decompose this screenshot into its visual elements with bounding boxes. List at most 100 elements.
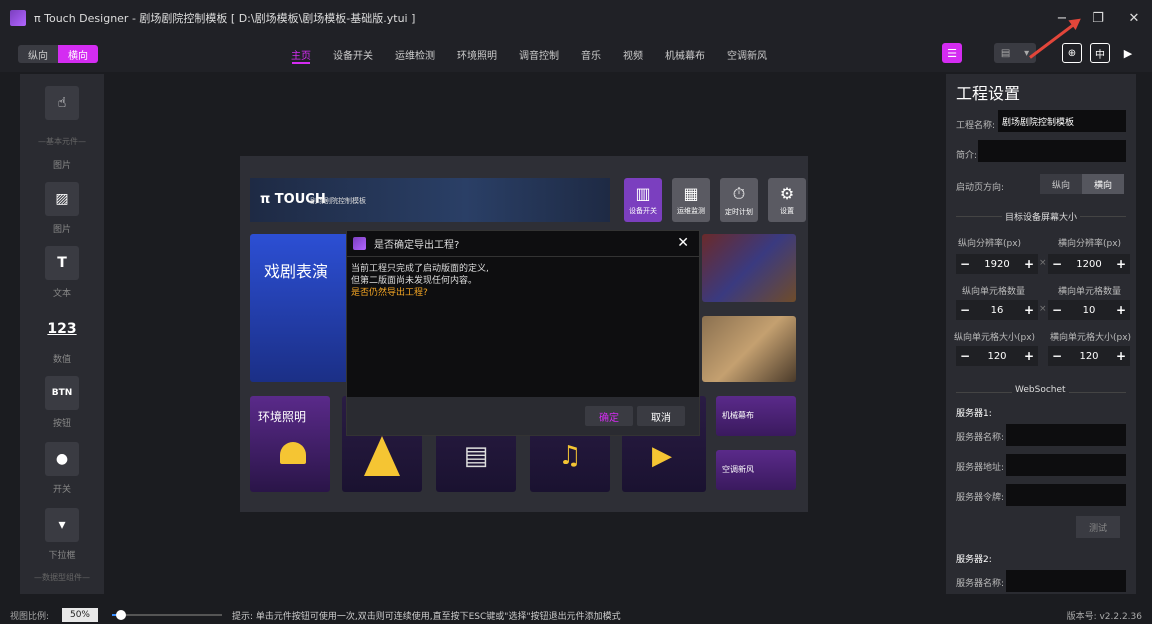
device-switch-tile[interactable]: ▥ 设备开关 bbox=[624, 178, 662, 222]
server-address-input[interactable] bbox=[1006, 454, 1126, 476]
intro-input[interactable] bbox=[978, 140, 1126, 162]
component-palette: ☝ —基本元件— 图片 ▨ 图片 T 文本 123 数值 BTN 按钮 ● 开关… bbox=[20, 74, 104, 594]
tab-home[interactable]: 主页 bbox=[280, 36, 322, 72]
music-icon: ♫ bbox=[558, 441, 582, 471]
orientation-portrait-button[interactable]: 纵向 bbox=[18, 45, 58, 63]
intro-label: 简介: bbox=[956, 151, 978, 161]
increment-button[interactable]: + bbox=[1112, 254, 1130, 274]
tab-lighting[interactable]: 环境照明 bbox=[446, 36, 508, 72]
decrement-button[interactable]: − bbox=[956, 346, 974, 366]
tile-label: 运维监测 bbox=[677, 207, 705, 215]
brand-subtitle: 剧场剧院控制模板 bbox=[310, 197, 366, 205]
start-landscape-option[interactable]: 横向 bbox=[1082, 174, 1124, 194]
palette-item-label: 开关 bbox=[52, 485, 71, 495]
dialog-warning: 是否仍然导出工程? bbox=[351, 288, 428, 298]
close-icon[interactable]: ✕ bbox=[677, 235, 689, 251]
tab-music[interactable]: 音乐 bbox=[570, 36, 612, 72]
increment-button[interactable]: + bbox=[1020, 300, 1038, 320]
h-cells-label: 横向单元格数量 bbox=[1058, 287, 1122, 297]
grid-icon: ▥ bbox=[635, 184, 651, 203]
decrement-button[interactable]: − bbox=[956, 254, 974, 274]
project-name-input[interactable]: 剧场剧院控制模板 bbox=[998, 110, 1126, 132]
server2-name-input[interactable] bbox=[1006, 570, 1126, 592]
tile-label: 设置 bbox=[780, 207, 794, 215]
h-cell-size-label: 横向单元格大小(px) bbox=[1050, 333, 1132, 343]
h-cell-size-value[interactable]: 120 bbox=[1066, 346, 1112, 366]
zoom-slider[interactable] bbox=[112, 610, 222, 620]
increment-button[interactable]: + bbox=[1112, 300, 1130, 320]
decrement-button[interactable]: − bbox=[1048, 300, 1066, 320]
hand-pointer-icon[interactable]: ☝ bbox=[45, 86, 79, 120]
text-icon[interactable]: T bbox=[45, 246, 79, 280]
number-icon[interactable]: 123 bbox=[45, 312, 79, 346]
server-token-input[interactable] bbox=[1006, 484, 1126, 506]
server2-heading: 服务器2: bbox=[956, 555, 992, 565]
zoom-value[interactable]: 50% bbox=[62, 608, 98, 622]
language-icon[interactable]: 中 bbox=[1090, 43, 1110, 63]
lamp-icon bbox=[280, 442, 306, 464]
v-cell-size-value[interactable]: 120 bbox=[974, 346, 1020, 366]
orientation-landscape-button[interactable]: 横向 bbox=[58, 45, 98, 63]
test-button[interactable]: 测试 bbox=[1076, 516, 1120, 538]
tab-curtain[interactable]: 机械幕布 bbox=[654, 36, 716, 72]
dialog-title: 是否确定导出工程? bbox=[374, 240, 460, 251]
start-portrait-option[interactable]: 纵向 bbox=[1040, 174, 1082, 194]
mixer-icon: ▤ bbox=[463, 441, 489, 471]
play-icon[interactable]: ▶ bbox=[1118, 43, 1138, 63]
schedule-tile[interactable]: ⏱ 定时计划 bbox=[720, 178, 758, 222]
monitor-tile[interactable]: ▦ 运维监测 bbox=[672, 178, 710, 222]
button-icon[interactable]: BTN bbox=[45, 376, 79, 410]
lighting-title: 环境照明 bbox=[258, 410, 307, 424]
increment-button[interactable]: + bbox=[1112, 346, 1130, 366]
header-banner: π TOUCH 剧场剧院控制模板 bbox=[250, 178, 610, 222]
decrement-button[interactable]: − bbox=[1048, 254, 1066, 274]
tab-audio[interactable]: 调音控制 bbox=[508, 36, 570, 72]
toolbar: 纵向 横向 主页 设备开关 运维检测 环境照明 调音控制 音乐 视频 机械幕布 … bbox=[0, 36, 1152, 72]
palette-item-label: 图片 bbox=[52, 225, 71, 235]
save-dropdown[interactable]: ▤ ▾ bbox=[994, 43, 1036, 63]
drama-tile[interactable]: 戏剧表演 bbox=[250, 234, 352, 382]
close-window-button[interactable]: ✕ bbox=[1116, 0, 1152, 36]
h-cells-value[interactable]: 10 bbox=[1066, 300, 1112, 320]
decrement-button[interactable]: − bbox=[1048, 346, 1066, 366]
title-bar: π Touch Designer - 剧场剧院控制模板 [ D:\剧场模板\剧场… bbox=[0, 0, 1152, 36]
v-res-value[interactable]: 1920 bbox=[974, 254, 1020, 274]
confirm-button[interactable]: 确定 bbox=[585, 406, 633, 426]
palette-section-data: —数据型组件— bbox=[34, 573, 90, 582]
image-icon[interactable]: ▨ bbox=[45, 182, 79, 216]
maximize-button[interactable]: ❐ bbox=[1080, 0, 1116, 36]
toggle-icon[interactable]: ● bbox=[45, 442, 79, 476]
dialog-message: 但第二版面尚未发现任何内容。 bbox=[351, 276, 478, 286]
server-name-label: 服务器名称: bbox=[956, 433, 1005, 443]
dropdown-icon[interactable]: ▾ bbox=[45, 508, 79, 542]
settings-tile[interactable]: ⚙ 设置 bbox=[768, 178, 806, 222]
increment-button[interactable]: + bbox=[1020, 254, 1038, 274]
cancel-button[interactable]: 取消 bbox=[637, 406, 685, 426]
server-address-label: 服务器地址: bbox=[956, 463, 1005, 473]
h-res-value[interactable]: 1200 bbox=[1066, 254, 1112, 274]
h-cell-size-stepper: − 120 + bbox=[1048, 346, 1130, 366]
curtain-tile[interactable]: 机械幕布 bbox=[716, 396, 796, 436]
tab-maintenance[interactable]: 运维检测 bbox=[384, 36, 446, 72]
version-text: 版本号: v2.2.2.36 bbox=[1066, 612, 1142, 622]
export-icon[interactable]: ⊕ bbox=[1062, 43, 1082, 63]
zoom-slider-handle[interactable] bbox=[115, 610, 126, 620]
hint-text: 提示: 单击元件按钮可使用一次,双击则可连续使用,直至按下ESC键或"选择"按钮… bbox=[232, 612, 621, 622]
v-cell-size-label: 纵向单元格大小(px) bbox=[954, 333, 1036, 343]
dialog-message: 当前工程只完成了启动版面的定义, bbox=[351, 264, 489, 274]
menu-icon[interactable]: ☰ bbox=[942, 43, 962, 63]
tab-video[interactable]: 视频 bbox=[612, 36, 654, 72]
server-name-input[interactable] bbox=[1006, 424, 1126, 446]
hvac-tile[interactable]: 空调新风 bbox=[716, 450, 796, 490]
v-cells-value[interactable]: 16 bbox=[974, 300, 1020, 320]
lighting-tile[interactable]: 环境照明 bbox=[250, 396, 330, 492]
increment-button[interactable]: + bbox=[1020, 346, 1038, 366]
tile-label: 设备开关 bbox=[629, 207, 657, 215]
decrement-button[interactable]: − bbox=[956, 300, 974, 320]
tab-device-switch[interactable]: 设备开关 bbox=[322, 36, 384, 72]
panel-title: 工程设置 bbox=[956, 84, 1021, 103]
zoom-label: 视图比例: bbox=[10, 612, 50, 622]
tab-hvac[interactable]: 空调新风 bbox=[716, 36, 778, 72]
v-res-label: 纵向分辨率(px) bbox=[958, 239, 1022, 249]
v-res-stepper: − 1920 + bbox=[956, 254, 1038, 274]
